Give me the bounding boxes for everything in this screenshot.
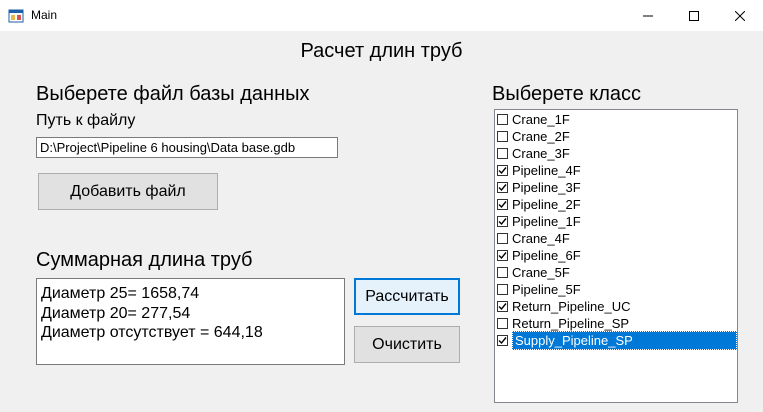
summary-section-title: Суммарная длина труб: [36, 249, 253, 271]
class-list-item[interactable]: Pipeline_4F: [495, 162, 737, 179]
checkbox-checked-icon[interactable]: [497, 182, 508, 193]
checkbox-checked-icon[interactable]: [497, 301, 508, 312]
result-line: Диаметр 25= 1658,74: [41, 285, 200, 302]
class-list-item[interactable]: Pipeline_3F: [495, 179, 737, 196]
class-item-label: Return_Pipeline_UC: [512, 299, 631, 314]
class-checked-listbox[interactable]: Crane_1F Crane_2F Crane_3F Pipeline_4F Pipel…: [494, 109, 738, 403]
close-icon: [735, 10, 745, 21]
checkbox-checked-icon[interactable]: [497, 335, 508, 346]
result-line: Диаметр 20= 277,54: [41, 304, 191, 322]
clear-button[interactable]: Очистить: [354, 326, 460, 363]
class-item-label: Pipeline_6F: [512, 248, 581, 263]
class-list-item[interactable]: Crane_1F: [495, 111, 737, 128]
class-item-label: Crane_4F: [512, 231, 570, 246]
class-list-item[interactable]: Crane_2F: [495, 128, 737, 145]
title-bar[interactable]: Main: [0, 0, 763, 31]
class-item-label: Supply_Pipeline_SP: [512, 331, 737, 350]
minimize-icon: [643, 15, 653, 16]
checkbox-unchecked-icon[interactable]: [497, 318, 508, 329]
checkbox-checked-icon[interactable]: [497, 250, 508, 261]
class-list-item[interactable]: Pipeline_6F: [495, 247, 737, 264]
result-line: Диаметр отсутствует = 644,18: [41, 324, 263, 341]
class-item-label: Pipeline_1F: [512, 214, 581, 229]
checkbox-unchecked-icon[interactable]: [497, 114, 508, 125]
checkbox-unchecked-icon[interactable]: [497, 233, 508, 244]
checkbox-unchecked-icon[interactable]: [497, 131, 508, 142]
class-item-label: Pipeline_2F: [512, 197, 581, 212]
class-list-item[interactable]: Pipeline_1F: [495, 213, 737, 230]
checkbox-unchecked-icon[interactable]: [497, 148, 508, 159]
window-title: Main: [31, 8, 58, 22]
page-title: Расчет длин труб: [300, 40, 463, 62]
main-window: Main Расчет длин труб Выберете файл базы…: [0, 0, 763, 412]
class-list-item[interactable]: Return_Pipeline_SP: [495, 315, 737, 332]
file-path-input[interactable]: [36, 137, 338, 158]
checkbox-checked-icon[interactable]: [497, 165, 508, 176]
class-item-label: Pipeline_3F: [512, 180, 581, 195]
checkbox-unchecked-icon[interactable]: [497, 267, 508, 278]
class-item-label: Pipeline_4F: [512, 163, 581, 178]
class-list-item[interactable]: Crane_5F: [495, 264, 737, 281]
maximize-icon: [689, 10, 699, 21]
class-list-item[interactable]: Pipeline_2F: [495, 196, 737, 213]
checkbox-unchecked-icon[interactable]: [497, 284, 508, 295]
add-file-button[interactable]: Добавить файл: [38, 173, 218, 210]
class-item-label: Return_Pipeline_SP: [512, 316, 630, 331]
maximize-button[interactable]: [671, 0, 717, 31]
path-label: Путь к файлу: [36, 112, 136, 129]
file-section-title: Выберете файл базы данных: [36, 83, 310, 105]
close-button[interactable]: [717, 0, 763, 31]
class-item-label: Crane_1F: [512, 112, 570, 127]
checkbox-checked-icon[interactable]: [497, 216, 508, 227]
class-item-label: Crane_5F: [512, 265, 570, 280]
class-item-label: Crane_3F: [512, 146, 570, 161]
class-list-item[interactable]: Pipeline_5F: [495, 281, 737, 298]
calculate-button[interactable]: Рассчитать: [354, 278, 460, 315]
minimize-button[interactable]: [625, 0, 671, 31]
app-window-icon: [8, 9, 24, 23]
class-list-item[interactable]: Return_Pipeline_UC: [495, 298, 737, 315]
class-item-label: Pipeline_5F: [512, 282, 581, 297]
class-list-item[interactable]: Crane_4F: [495, 230, 737, 247]
class-list-item[interactable]: Crane_3F: [495, 145, 737, 162]
class-section-title: Выберете класс: [492, 83, 642, 105]
results-textbox[interactable]: Диаметр 25= 1658,74 Диаметр 20= 277,54 Д…: [36, 278, 345, 365]
class-item-label: Crane_2F: [512, 129, 570, 144]
class-list-item[interactable]: Supply_Pipeline_SP: [495, 331, 737, 350]
checkbox-checked-icon[interactable]: [497, 199, 508, 210]
